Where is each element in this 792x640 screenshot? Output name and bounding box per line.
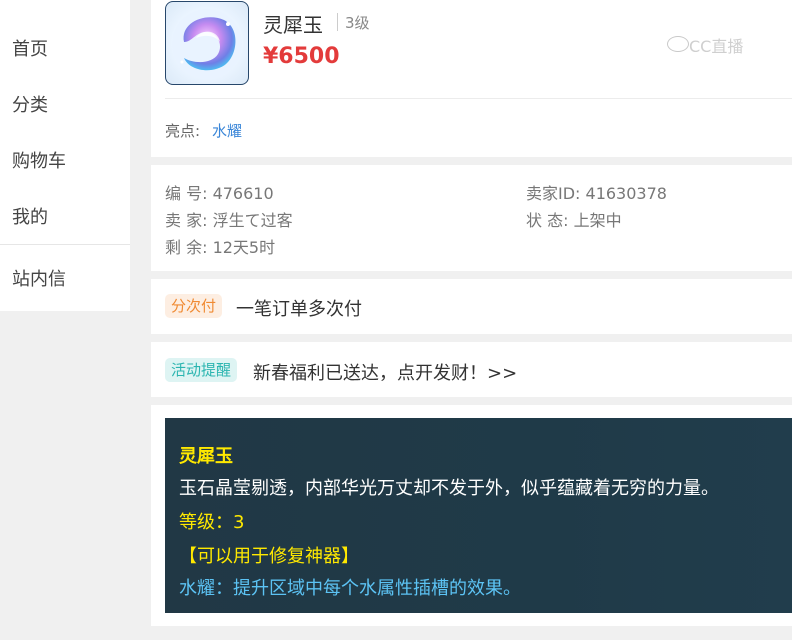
description-level: 等级：3: [179, 512, 245, 533]
highlight-value-link[interactable]: 水耀: [212, 120, 242, 141]
description-card: 灵犀玉 玉石晶莹剔透，内部华光万丈却不发于外，似乎蕴藏着无穷的力量。 等级：3 …: [151, 405, 792, 626]
installment-tag: 分次付: [165, 294, 223, 318]
description-text: 玉石晶莹剔透，内部华光万丈却不发于外，似乎蕴藏着无穷的力量。: [179, 478, 719, 499]
watermark: CC直播: [689, 37, 744, 56]
listing-status: 状 态: 上架中: [526, 211, 622, 230]
installment-text: 一笔订单多次付: [236, 299, 362, 320]
sidebar-item-cart[interactable]: 购物车: [12, 147, 66, 173]
description-effect: 水耀：提升区域中每个水属性插槽的效果。: [179, 578, 521, 599]
time-remaining: 剩 余: 12天5时: [165, 238, 276, 257]
event-banner[interactable]: 活动提醒 新春福利已送达，点开发财！>>: [151, 342, 792, 397]
event-link[interactable]: 新春福利已送达，点开发财！>>: [253, 359, 517, 385]
level-separator: [337, 13, 338, 31]
product-card: 灵犀玉 3级 ¥6500 CC直播 亮点: 水耀: [151, 0, 792, 157]
sidebar-divider: [0, 244, 130, 245]
seller-id: 卖家ID: 41630378: [526, 184, 667, 203]
highlight-label: 亮点:: [165, 122, 201, 140]
watermark-logo-icon: [667, 36, 689, 52]
description-usage: 【可以用于修复神器】: [179, 546, 359, 567]
sidebar-item-home[interactable]: 首页: [12, 35, 48, 61]
jade-gem-icon: [165, 1, 249, 85]
sidebar: 首页 分类 购物车 我的 站内信: [0, 0, 130, 311]
product-name: 灵犀玉: [263, 13, 323, 37]
event-tag: 活动提醒: [165, 358, 238, 382]
product-level: 3级: [345, 14, 370, 32]
info-card: 编 号: 476610 卖家ID: 41630378 卖 家: 浮生て过客 状 …: [151, 165, 792, 271]
sidebar-item-category[interactable]: 分类: [12, 91, 48, 117]
item-id: 编 号: 476610: [165, 184, 274, 203]
product-price: ¥6500: [263, 44, 340, 69]
description-title: 灵犀玉: [179, 446, 233, 467]
sidebar-item-messages[interactable]: 站内信: [12, 265, 66, 291]
sidebar-item-mine[interactable]: 我的: [12, 203, 48, 229]
description-box: 灵犀玉 玉石晶莹剔透，内部华光万丈却不发于外，似乎蕴藏着无穷的力量。 等级：3 …: [165, 418, 792, 613]
installment-card: 分次付 一笔订单多次付: [151, 279, 792, 334]
divider: [165, 98, 792, 99]
seller-name: 卖 家: 浮生て过客: [165, 211, 293, 230]
